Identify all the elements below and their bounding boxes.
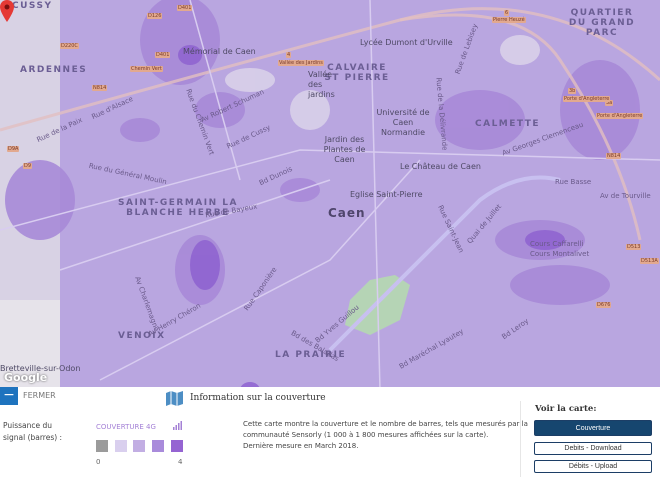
district-label: CUSSY bbox=[12, 1, 53, 11]
signal-label-line: signal (barres) : bbox=[3, 433, 63, 442]
description-line: Cette carte montre la couverture et le n… bbox=[243, 420, 528, 428]
legend-swatch-4 bbox=[171, 440, 183, 452]
poi-label[interactable]: Eglise Saint-Pierre bbox=[350, 190, 422, 200]
coverage-map[interactable]: ARDENNES CALVAIRE ST PIERRE QUARTIER DU … bbox=[0, 0, 660, 387]
exit-label: Chemin Vert bbox=[130, 66, 163, 72]
minus-icon: − bbox=[3, 387, 15, 403]
city-label: Caen bbox=[328, 206, 366, 220]
legend-swatch-3 bbox=[152, 440, 164, 452]
signal-bars-icon bbox=[173, 421, 182, 430]
close-panel-button[interactable]: − bbox=[0, 387, 18, 405]
district-label: CALMETTE bbox=[475, 119, 541, 129]
description-line: communauté Sensorly (1 000 à 1 800 mesur… bbox=[243, 431, 489, 439]
exit-label: Porte d'Angleterre bbox=[563, 96, 611, 102]
scale-min: 0 bbox=[96, 458, 101, 466]
street-label: Cours Montalivet bbox=[530, 250, 590, 258]
description-line: Dernière mesure en March 2018. bbox=[243, 442, 359, 450]
poi-label[interactable]: Mémorial de Caen bbox=[183, 47, 256, 57]
view-map-label: Voir la carte: bbox=[535, 404, 597, 414]
scale-max: 4 bbox=[178, 458, 183, 466]
street-label: Rue Basse bbox=[555, 178, 592, 186]
district-label: ARDENNES bbox=[20, 65, 88, 75]
road-shield: D126 bbox=[147, 13, 163, 19]
road-shield: N814 bbox=[92, 85, 108, 91]
signal-strength-label: Puissance du signal (barres) : bbox=[3, 420, 62, 444]
district-label: QUARTIER DU GRAND PARC bbox=[568, 8, 636, 38]
street-label: Cours Caffarelli bbox=[530, 240, 584, 248]
exit-label: Porte d'Angleterre bbox=[596, 113, 644, 119]
road-shield: D401 bbox=[177, 5, 193, 11]
coverage-button[interactable]: Couverture bbox=[534, 420, 652, 436]
map-icon bbox=[166, 391, 183, 406]
signal-label-line: Puissance du bbox=[3, 421, 53, 430]
upload-speed-button[interactable]: Débits - Upload bbox=[534, 460, 652, 473]
road-shield: D9A bbox=[7, 146, 20, 152]
road-shield: D401 bbox=[155, 52, 171, 58]
road-shield: D676 bbox=[596, 302, 612, 308]
road-shield: 4 bbox=[286, 52, 292, 58]
road-shield: 3b bbox=[568, 88, 577, 94]
road-shield: 6 bbox=[504, 10, 510, 16]
legend-swatch-1 bbox=[115, 440, 127, 452]
location-pin-icon[interactable] bbox=[0, 0, 14, 22]
road-shield: D9 bbox=[23, 163, 33, 169]
legend-swatch-2 bbox=[133, 440, 145, 452]
panel-title: Information sur la couverture bbox=[190, 393, 326, 403]
description: Cette carte montre la couverture et le n… bbox=[243, 419, 528, 452]
road-shield: D220C bbox=[60, 43, 79, 49]
exit-label: Pierre Heuzé bbox=[492, 17, 526, 23]
close-label[interactable]: FERMER bbox=[23, 391, 56, 400]
street-label: Av de Tourville bbox=[600, 192, 651, 200]
poi-label[interactable]: Le Château de Caen bbox=[400, 162, 481, 172]
coverage-info-panel: − FERMER Information sur la couverture P… bbox=[0, 387, 660, 488]
coverage-4g-label: COUVERTURE 4G bbox=[96, 423, 156, 431]
poi-label[interactable]: Université de Caen Normandie bbox=[372, 108, 434, 138]
google-logo: Google bbox=[4, 371, 48, 384]
road-shield: N814 bbox=[606, 153, 622, 159]
poi-label[interactable]: Lycée Dumont d'Urville bbox=[360, 38, 453, 48]
road-shield: D513 bbox=[626, 244, 642, 250]
divider bbox=[520, 401, 521, 477]
poi-label: Vallée des jardins bbox=[308, 70, 335, 99]
exit-label: Vallée des Jardins bbox=[278, 60, 324, 66]
road-shield: D513A bbox=[640, 258, 659, 264]
download-speed-button[interactable]: Debits - Download bbox=[534, 442, 652, 455]
legend-swatch-0 bbox=[96, 440, 108, 452]
poi-label[interactable]: Jardin des Plantes de Caen bbox=[322, 135, 367, 165]
